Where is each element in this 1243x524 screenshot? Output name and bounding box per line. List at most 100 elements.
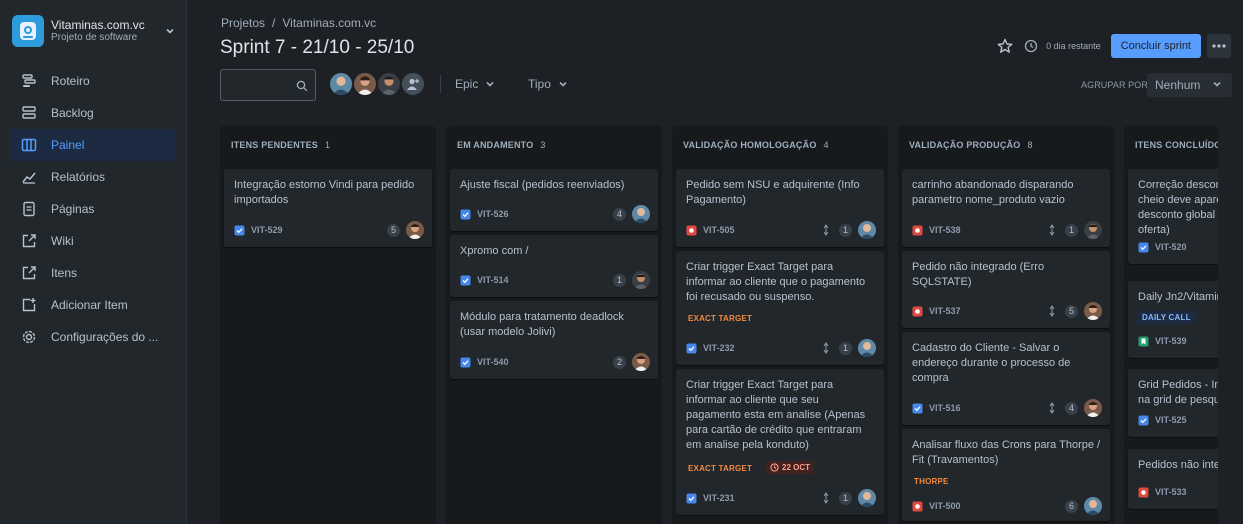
issue-key[interactable]: VIT-500 xyxy=(929,501,961,511)
sidebar-item-wiki[interactable]: Wiki xyxy=(9,225,175,257)
avatar[interactable] xyxy=(858,489,876,507)
issue-key[interactable]: VIT-520 xyxy=(1155,242,1187,252)
bug-icon xyxy=(1138,487,1149,497)
breadcrumb-project[interactable]: Vitaminas.com.vc xyxy=(282,16,376,30)
sidebar-item-label: Roteiro xyxy=(51,74,90,88)
tipo-filter-label: Tipo xyxy=(528,77,551,91)
board-column-validacao-producao: VALIDAÇÃO PRODUÇÃO 8 carrinho abandonado… xyxy=(898,126,1114,524)
issue-key[interactable]: VIT-231 xyxy=(703,493,735,503)
avatar[interactable] xyxy=(632,271,650,289)
star-icon[interactable] xyxy=(994,35,1016,57)
issue-key[interactable]: VIT-232 xyxy=(703,343,735,353)
issue-card[interactable]: Xpromo com / VIT-514 1 xyxy=(450,235,658,297)
sidebar-item-paginas[interactable]: Páginas xyxy=(9,193,175,225)
avatar[interactable] xyxy=(352,71,378,97)
avatar[interactable] xyxy=(1084,399,1102,417)
issue-card[interactable]: Grid Pedidos - Incluir na grid de pesqui… xyxy=(1128,369,1218,437)
issue-card[interactable]: carrinho abandonado disparando parametro… xyxy=(902,169,1110,247)
sidebar-item-label: Adicionar Item xyxy=(51,298,128,312)
app-root: Vitaminas.com.vc Projeto de software Rot… xyxy=(0,0,1243,524)
task-icon xyxy=(912,403,923,413)
issue-key[interactable]: VIT-505 xyxy=(703,225,735,235)
issue-key[interactable]: VIT-537 xyxy=(929,306,961,316)
issue-card[interactable]: Pedidos não integrados VIT-533 xyxy=(1128,449,1218,509)
external-link-icon xyxy=(21,265,37,281)
task-icon xyxy=(1138,242,1149,252)
issue-key[interactable]: VIT-533 xyxy=(1155,487,1187,497)
epic-label: THORPE xyxy=(914,477,949,486)
sidebar-item-relatorios[interactable]: Relatórios xyxy=(9,161,175,193)
tipo-filter[interactable]: Tipo xyxy=(528,77,568,91)
avatar[interactable] xyxy=(1084,221,1102,239)
task-icon xyxy=(1138,415,1149,425)
card-title: Pedido sem NSU e adquirente (Info Pagame… xyxy=(686,179,860,206)
issue-card[interactable]: Pedido sem NSU e adquirente (Info Pagame… xyxy=(676,169,884,247)
sidebar-item-label: Backlog xyxy=(51,106,94,120)
sidebar-item-painel[interactable]: Painel xyxy=(9,129,175,161)
task-icon xyxy=(234,225,245,235)
bug-icon xyxy=(912,225,923,235)
sidebar-item-label: Wiki xyxy=(51,234,74,248)
chevron-down-icon[interactable] xyxy=(163,24,177,38)
backlog-icon xyxy=(21,105,37,121)
avatar[interactable] xyxy=(858,221,876,239)
story-points: 1 xyxy=(839,223,852,237)
sidebar-item-roteiro[interactable]: Roteiro xyxy=(9,65,175,97)
avatar[interactable] xyxy=(858,339,876,357)
issue-key[interactable]: VIT-525 xyxy=(1155,415,1187,425)
avatar[interactable] xyxy=(406,221,424,239)
search-input[interactable] xyxy=(221,70,291,100)
issue-card[interactable]: Analisar fluxo das Crons para Thorpe / F… xyxy=(902,429,1110,521)
add-people-icon[interactable] xyxy=(400,71,426,97)
roadmap-icon xyxy=(21,73,37,89)
search-icon[interactable] xyxy=(296,79,308,97)
issue-key[interactable]: VIT-514 xyxy=(477,275,509,285)
issue-key[interactable]: VIT-516 xyxy=(929,403,961,413)
issue-key[interactable]: VIT-526 xyxy=(477,209,509,219)
issue-card[interactable]: Daily Jn2/Vitaminas DAILY CALL VIT-539 xyxy=(1128,281,1218,358)
sidebar-item-adicionar-item[interactable]: Adicionar Item xyxy=(9,289,175,321)
avatar[interactable] xyxy=(632,205,650,223)
issue-card[interactable]: Ajuste fiscal (pedidos reenviados) VIT-5… xyxy=(450,169,658,231)
due-date-text: 22 OCT xyxy=(782,463,811,472)
priority-medium-icon xyxy=(1047,402,1057,414)
sidebar-item-itens[interactable]: Itens xyxy=(9,257,175,289)
column-count: 3 xyxy=(540,140,546,150)
story-points: 2 xyxy=(613,355,626,369)
breadcrumb-projetos[interactable]: Projetos xyxy=(221,16,265,30)
issue-card[interactable]: Criar trigger Exact Target para informar… xyxy=(676,369,884,515)
issue-card[interactable]: Correção desconto cheio deve aparecer o … xyxy=(1128,169,1218,264)
avatar[interactable] xyxy=(1084,302,1102,320)
sidebar-item-backlog[interactable]: Backlog xyxy=(9,97,175,129)
issue-card[interactable]: Integração estorno Vindi para pedido imp… xyxy=(224,169,432,247)
card-title: Criar trigger Exact Target para informar… xyxy=(686,261,866,303)
card-title: carrinho abandonado disparando parametro… xyxy=(912,179,1074,206)
project-switcher[interactable]: Vitaminas.com.vc Projeto de software xyxy=(12,14,177,48)
group-by-select[interactable]: Nenhum xyxy=(1147,73,1232,97)
board-icon xyxy=(21,137,37,153)
sidebar-item-configuracoes[interactable]: Configurações do ... xyxy=(9,321,175,353)
toolbar-divider xyxy=(440,75,441,93)
issue-card[interactable]: Cadastro do Cliente - Salvar o endereço … xyxy=(902,332,1110,425)
issue-key[interactable]: VIT-539 xyxy=(1155,336,1187,346)
bug-icon xyxy=(912,306,923,316)
issue-card[interactable]: Pedido não integrado (Erro SQLSTATE) VIT… xyxy=(902,251,1110,328)
complete-sprint-button[interactable]: Concluir sprint xyxy=(1110,34,1201,58)
issue-key[interactable]: VIT-529 xyxy=(251,225,283,235)
avatar[interactable] xyxy=(328,71,354,97)
issue-key[interactable]: VIT-538 xyxy=(929,225,961,235)
issue-card[interactable]: Módulo para tratamento deadlock (usar mo… xyxy=(450,301,658,379)
column-count: 4 xyxy=(823,140,829,150)
issue-card[interactable]: Criar trigger Exact Target para informar… xyxy=(676,251,884,365)
avatar[interactable] xyxy=(1084,497,1102,515)
board-column-validacao-homologacao: VALIDAÇÃO HOMOLOGAÇÃO 4 Pedido sem NSU e… xyxy=(672,126,888,524)
more-options-button[interactable] xyxy=(1207,34,1231,58)
epic-filter[interactable]: Epic xyxy=(455,77,495,91)
sidebar-item-label: Páginas xyxy=(51,202,95,216)
sidebar: Vitaminas.com.vc Projeto de software Rot… xyxy=(0,0,187,524)
avatar[interactable] xyxy=(632,353,650,371)
issue-key[interactable]: VIT-540 xyxy=(477,357,509,367)
external-link-icon xyxy=(21,233,37,249)
avatar[interactable] xyxy=(376,71,402,97)
column-header: VALIDAÇÃO PRODUÇÃO 8 xyxy=(898,126,1114,164)
